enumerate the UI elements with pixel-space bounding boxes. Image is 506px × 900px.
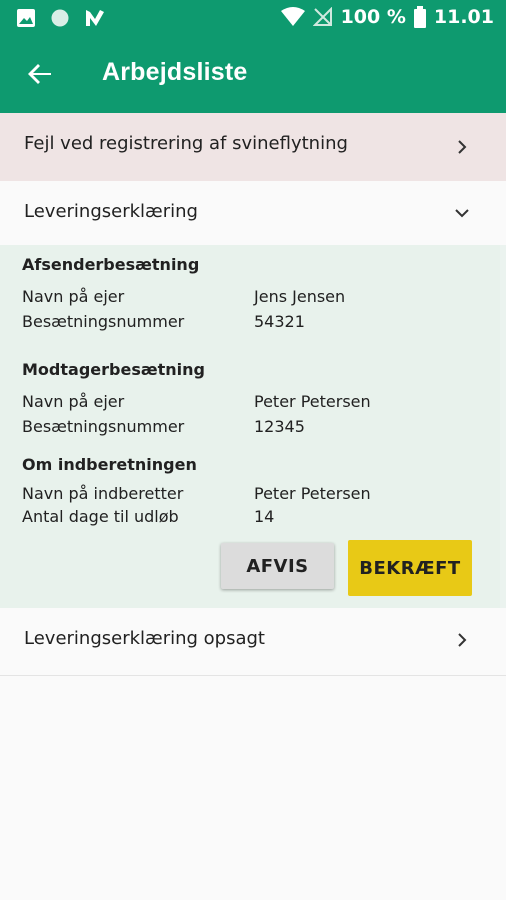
sender-herd-value: 54321 [254, 312, 305, 331]
page-title: Arbejdsliste [102, 58, 248, 86]
no-signal-icon [312, 7, 332, 26]
circle-icon [51, 9, 69, 27]
list-item-label: Fejl ved registrering af svineflytning [24, 133, 348, 154]
chevron-down-icon [455, 209, 469, 218]
chevron-right-icon [458, 140, 467, 154]
image-icon [17, 9, 35, 27]
arrow-back-icon[interactable] [24, 58, 56, 90]
days-value: 14 [254, 507, 275, 526]
confirm-button[interactable]: BEKRÆFT [348, 540, 472, 596]
reject-button[interactable]: AFVIS [221, 543, 334, 589]
list-item-error[interactable]: Fejl ved registrering af svineflytning [0, 113, 506, 181]
days-key: Antal dage til udløb [22, 507, 179, 526]
sender-owner-key: Navn på ejer [22, 287, 125, 306]
reporter-key: Navn på indberetter [22, 484, 184, 503]
details-card: Afsenderbesætning Navn på ejer Jens Jens… [0, 245, 506, 608]
sender-owner-value: Jens Jensen [254, 287, 346, 306]
receiver-owner-key: Navn på ejer [22, 392, 125, 411]
receiver-title: Modtagerbesætning [22, 360, 205, 379]
report-title: Om indberetningen [22, 455, 197, 474]
chevron-right-icon [458, 633, 467, 647]
reporter-value: Peter Petersen [254, 484, 371, 503]
app-check-icon [86, 10, 104, 26]
receiver-herd-key: Besætningsnummer [22, 417, 185, 436]
receiver-herd-value: 12345 [254, 417, 305, 436]
sender-title: Afsenderbesætning [22, 255, 200, 274]
status-time: 11.01 [433, 6, 494, 28]
battery-percent: 100 % [340, 6, 406, 28]
sender-herd-key: Besætningsnummer [22, 312, 185, 331]
status-left-icons [16, 8, 106, 28]
receiver-owner-value: Peter Petersen [254, 392, 371, 411]
list-item-delivery[interactable]: Leveringserklæring [0, 181, 506, 245]
list-item-label: Leveringserklæring [24, 201, 198, 222]
battery-icon [413, 6, 426, 28]
list-item-cancelled[interactable]: Leveringserklæring opsagt [0, 608, 506, 676]
wifi-icon [280, 7, 305, 26]
list-item-label: Leveringserklæring opsagt [24, 628, 265, 649]
status-right: 100 % 11.01 [280, 6, 494, 28]
status-bar: 100 % 11.01 [0, 0, 506, 36]
app-bar: Arbejdsliste [0, 36, 506, 113]
